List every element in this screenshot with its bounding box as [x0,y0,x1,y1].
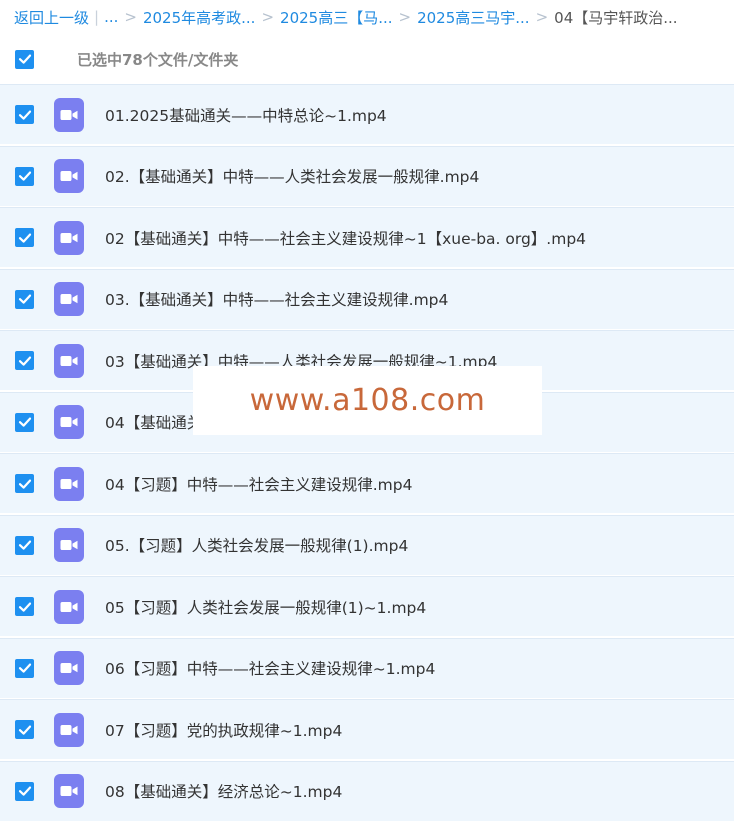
file-checkbox[interactable] [15,166,34,186]
file-name[interactable]: 02.【基础通关】中特——人类社会发展一般规律.mp4 [105,165,479,187]
video-file-icon [54,405,84,439]
checkmark-icon [18,233,31,243]
file-row[interactable]: 05【习题】人类社会发展一般规律(1)~1.mp4 [0,576,734,636]
checkmark-icon [18,725,31,735]
file-name[interactable]: 01.2025基础通关——中特总论~1.mp4 [105,104,387,126]
file-name[interactable]: 07【习题】党的执政规律~1.mp4 [105,719,342,741]
checkmark-icon [18,171,31,181]
file-row[interactable]: 03.【基础通关】中特——社会主义建设规律.mp4 [0,268,734,329]
breadcrumb-ellipsis[interactable]: ... [104,8,118,26]
file-row[interactable]: 02【基础通关】中特——社会主义建设规律~1【xue-ba. org】.mp4 [0,207,734,267]
breadcrumb-current: 04【马宇轩政治... [554,8,678,27]
file-row[interactable]: 08【基础通关】经济总论~1.mp4 [0,760,734,821]
file-checkbox[interactable] [15,351,34,370]
breadcrumb-divider: | [94,8,100,26]
file-checkbox[interactable] [15,535,34,555]
file-name[interactable]: 04【习题】中特——社会主义建设规律.mp4 [105,473,412,495]
checkmark-icon [18,479,31,489]
chevron-right-icon: > [124,8,137,26]
checkmark-icon [18,663,31,673]
file-checkbox[interactable] [15,228,34,247]
file-name[interactable]: 05【习题】人类社会发展一般规律(1)~1.mp4 [105,596,426,618]
file-checkbox[interactable] [15,289,34,309]
file-checkbox[interactable] [15,474,34,493]
video-file-icon [54,528,84,562]
checkmark-icon [18,110,31,120]
video-file-icon [54,220,84,255]
file-name[interactable]: 05.【习题】人类社会发展一般规律(1).mp4 [105,534,408,556]
file-row[interactable]: 04【习题】中特——社会主义建设规律.mp4 [0,453,734,513]
file-list: 01.2025基础通关——中特总论~1.mp4 02.【基础通关】中特——人类社会… [0,84,734,822]
chevron-right-icon: > [398,8,412,26]
file-name[interactable]: 06【习题】中特——社会主义建设规律~1.mp4 [105,657,435,679]
file-checkbox[interactable] [15,781,34,801]
video-file-icon [54,159,84,193]
video-file-icon [54,651,84,685]
video-file-icon [54,466,84,501]
file-row[interactable]: 02.【基础通关】中特——人类社会发展一般规律.mp4 [0,145,734,206]
file-name[interactable]: 02【基础通关】中特——社会主义建设规律~1【xue-ba. org】.mp4 [105,227,586,249]
checkmark-icon [18,786,31,796]
file-row[interactable]: 01.2025基础通关——中特总论~1.mp4 [0,84,734,144]
video-file-icon [54,774,84,808]
checkmark-icon [18,540,31,550]
file-row[interactable]: 07【习题】党的执政规律~1.mp4 [0,699,734,759]
breadcrumb: 返回上一级 | ... > 2025年高考政... > 2025高三【马... … [0,0,734,34]
selection-header: 已选中78个文件/文件夹 [0,34,734,84]
file-row[interactable]: 05.【习题】人类社会发展一般规律(1).mp4 [0,514,734,575]
video-file-icon [54,282,84,316]
video-file-icon [54,712,84,747]
selection-count-label: 已选中78个文件/文件夹 [77,50,239,69]
breadcrumb-item-1[interactable]: 2025年高考政... [143,7,255,28]
chevron-right-icon: > [535,8,549,26]
back-link[interactable]: 返回上一级 [14,7,89,28]
file-checkbox[interactable] [15,412,34,432]
file-row[interactable]: 06【习题】中特——社会主义建设规律~1.mp4 [0,637,734,698]
file-checkbox[interactable] [15,720,34,739]
breadcrumb-item-2[interactable]: 2025高三【马... [280,7,392,28]
file-name[interactable]: 03.【基础通关】中特——社会主义建设规律.mp4 [105,288,448,310]
file-checkbox[interactable] [15,597,34,616]
breadcrumb-item-3[interactable]: 2025高三马宇... [417,7,529,28]
watermark: www.a108.com [193,366,542,435]
video-file-icon [54,589,84,624]
select-all-checkbox[interactable] [15,49,34,69]
checkmark-icon [18,294,31,304]
file-checkbox[interactable] [15,105,34,124]
checkmark-icon [18,54,31,64]
video-file-icon [54,343,84,378]
checkmark-icon [18,417,31,427]
chevron-right-icon: > [261,8,275,26]
file-checkbox[interactable] [15,658,34,678]
video-file-icon [54,97,84,132]
checkmark-icon [18,356,31,366]
file-name[interactable]: 08【基础通关】经济总论~1.mp4 [105,780,342,802]
checkmark-icon [18,602,31,612]
